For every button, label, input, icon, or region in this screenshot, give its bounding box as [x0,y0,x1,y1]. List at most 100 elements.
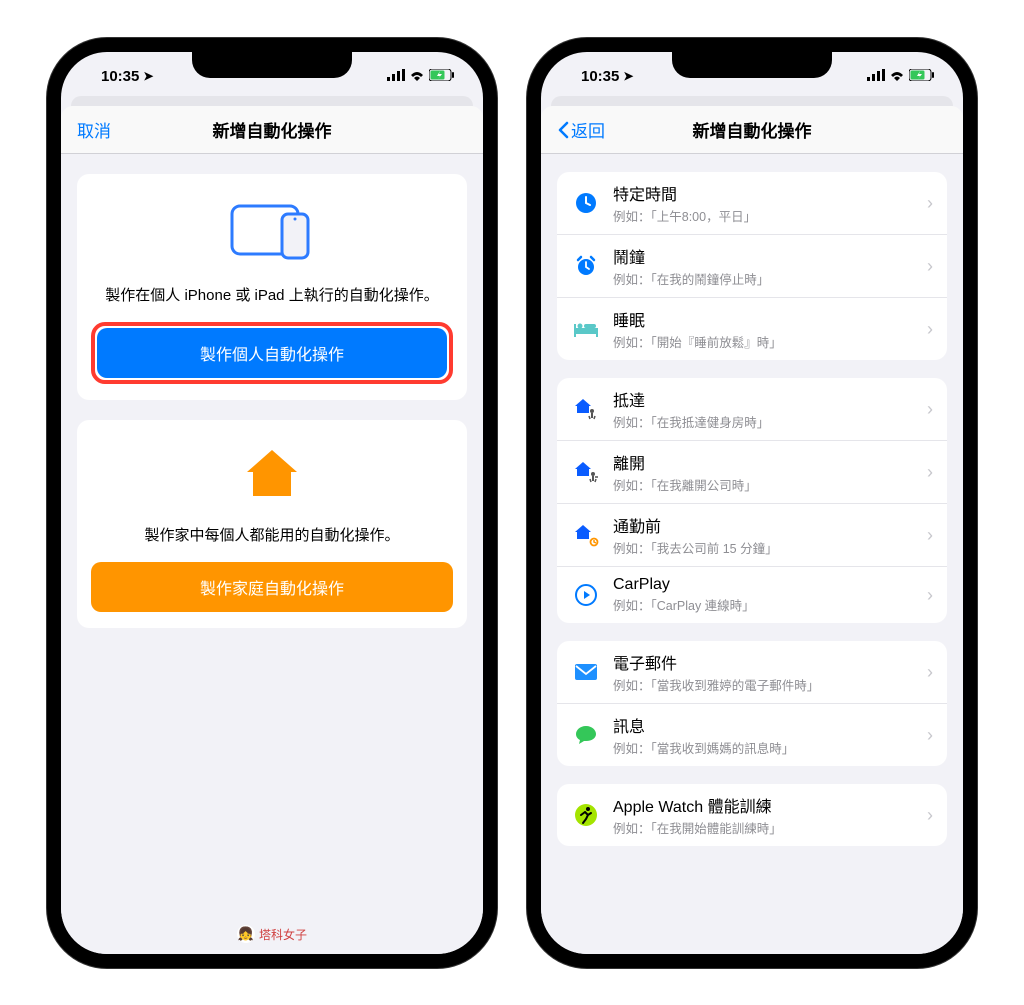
list-item-title: 通勤前 [613,513,927,537]
list-item-texts: 睡眠例如：「開始『睡前放鬆』時」 [613,307,927,351]
home-icon [91,446,453,507]
list-item-bed[interactable]: 睡眠例如：「開始『睡前放鬆』時」› [557,298,947,360]
list-item-alarm[interactable]: 鬧鐘例如：「在我的鬧鐘停止時」› [557,235,947,298]
chevron-right-icon: › [927,399,933,420]
watermark-text: 塔科女子 [259,926,307,943]
chevron-right-icon: › [927,585,933,606]
list-item-title: 離開 [613,450,927,474]
list-item-subtitle: 例如：「在我開始體能訓練時」 [613,818,927,837]
list-item-texts: 離開例如：「在我離開公司時」 [613,450,927,494]
list-item-subtitle: 例如：「在我抵達健身房時」 [613,412,927,431]
navbar-left: 取消 新增自動化操作 [61,106,483,154]
home-arrive-icon [571,394,601,424]
status-bar: 10:35 ➤ [61,52,483,94]
list-item-texts: CarPlay例如：「CarPlay 連線時」 [613,576,927,614]
chevron-right-icon: › [927,662,933,683]
list-group: 電子郵件例如：「當我收到雅婷的電子郵件時」›訊息例如：「當我收到媽媽的訊息時」› [557,641,947,766]
card-handle [71,96,473,106]
list-group: 特定時間例如：「上午8:00，平日」›鬧鐘例如：「在我的鬧鐘停止時」›睡眠例如：… [557,172,947,360]
battery-icon [429,68,455,85]
personal-desc: 製作在個人 iPhone 或 iPad 上執行的自動化操作。 [91,285,453,322]
list-item-carplay[interactable]: CarPlay例如：「CarPlay 連線時」› [557,567,947,623]
devices-icon [91,200,453,267]
highlight-box: 製作個人自動化操作 [91,322,453,384]
chevron-right-icon: › [927,256,933,277]
list-item-texts: Apple Watch 體能訓練例如：「在我開始體能訓練時」 [613,793,927,837]
page-title: 新增自動化操作 [213,117,332,142]
message-icon [571,720,601,750]
back-label: 返回 [571,117,605,142]
list-item-home-arrive[interactable]: 抵達例如：「在我抵達健身房時」› [557,378,947,441]
home-desc: 製作家中每個人都能用的自動化操作。 [91,525,453,562]
signal-icon [387,68,405,85]
list-item-title: CarPlay [613,576,927,594]
navbar-right: 返回 新增自動化操作 [541,106,963,154]
status-time: 10:35 [581,68,619,85]
page-title: 新增自動化操作 [693,117,812,142]
create-home-button[interactable]: 製作家庭自動化操作 [91,562,453,612]
list-group: 抵達例如：「在我抵達健身房時」›離開例如：「在我離開公司時」›通勤前例如：「我去… [557,378,947,623]
chevron-right-icon: › [927,725,933,746]
chevron-left-icon [557,121,569,139]
list-item-subtitle: 例如：「CarPlay 連線時」 [613,595,927,614]
chevron-right-icon: › [927,462,933,483]
list-item-clock[interactable]: 特定時間例如：「上午8:00，平日」› [557,172,947,235]
chevron-right-icon: › [927,193,933,214]
personal-automation-card: 製作在個人 iPhone 或 iPad 上執行的自動化操作。 製作個人自動化操作 [77,174,467,400]
location-icon: ➤ [143,69,153,83]
list-group: Apple Watch 體能訓練例如：「在我開始體能訓練時」› [557,784,947,846]
list-item-texts: 電子郵件例如：「當我收到雅婷的電子郵件時」 [613,650,927,694]
list-item-subtitle: 例如：「當我收到雅婷的電子郵件時」 [613,675,927,694]
list-item-texts: 訊息例如：「當我收到媽媽的訊息時」 [613,713,927,757]
watermark: 👧 塔科女子 [237,925,307,943]
screen-left: 10:35 ➤ 取消 新增自動化操作 製作在個人 iPhone 或 iPad 上… [61,52,483,954]
card-handle [551,96,953,106]
content-left: 製作在個人 iPhone 或 iPad 上執行的自動化操作。 製作個人自動化操作… [61,154,483,954]
list-item-subtitle: 例如：「當我收到媽媽的訊息時」 [613,738,927,757]
list-item-title: 電子郵件 [613,650,927,674]
phone-right: 10:35 ➤ 返回 新增自動化操作 特定時間例如：「上午8:00，平日」›鬧鐘… [527,38,977,968]
battery-icon [909,68,935,85]
phone-left: 10:35 ➤ 取消 新增自動化操作 製作在個人 iPhone 或 iPad 上… [47,38,497,968]
cancel-button[interactable]: 取消 [77,117,111,142]
home-leave-icon [571,457,601,487]
carplay-icon [571,580,601,610]
commute-icon [571,520,601,550]
chevron-right-icon: › [927,525,933,546]
chevron-right-icon: › [927,319,933,340]
bed-icon [571,314,601,344]
list-item-texts: 特定時間例如：「上午8:00，平日」 [613,181,927,225]
list-item-title: 訊息 [613,713,927,737]
content-right: 特定時間例如：「上午8:00，平日」›鬧鐘例如：「在我的鬧鐘停止時」›睡眠例如：… [541,154,963,954]
create-personal-button[interactable]: 製作個人自動化操作 [97,328,447,378]
wifi-icon [409,68,425,85]
list-item-title: 特定時間 [613,181,927,205]
clock-icon [571,188,601,218]
status-time: 10:35 [101,68,139,85]
list-item-subtitle: 例如：「在我的鬧鐘停止時」 [613,269,927,288]
list-item-message[interactable]: 訊息例如：「當我收到媽媽的訊息時」› [557,704,947,766]
list-item-title: Apple Watch 體能訓練 [613,793,927,817]
list-item-mail[interactable]: 電子郵件例如：「當我收到雅婷的電子郵件時」› [557,641,947,704]
list-item-title: 睡眠 [613,307,927,331]
list-item-subtitle: 例如：「在我離開公司時」 [613,475,927,494]
list-item-home-leave[interactable]: 離開例如：「在我離開公司時」› [557,441,947,504]
home-automation-card: 製作家中每個人都能用的自動化操作。 製作家庭自動化操作 [77,420,467,628]
watermark-icon: 👧 [237,925,255,943]
mail-icon [571,657,601,687]
signal-icon [867,68,885,85]
list-item-workout[interactable]: Apple Watch 體能訓練例如：「在我開始體能訓練時」› [557,784,947,846]
list-item-subtitle: 例如：「我去公司前 15 分鐘」 [613,538,927,557]
chevron-right-icon: › [927,805,933,826]
list-item-title: 抵達 [613,387,927,411]
workout-icon [571,800,601,830]
list-item-texts: 抵達例如：「在我抵達健身房時」 [613,387,927,431]
alarm-icon [571,251,601,281]
back-button[interactable]: 返回 [557,117,605,142]
list-item-subtitle: 例如：「開始『睡前放鬆』時」 [613,332,927,351]
screen-right: 10:35 ➤ 返回 新增自動化操作 特定時間例如：「上午8:00，平日」›鬧鐘… [541,52,963,954]
wifi-icon [889,68,905,85]
list-item-texts: 通勤前例如：「我去公司前 15 分鐘」 [613,513,927,557]
list-item-subtitle: 例如：「上午8:00，平日」 [613,206,927,225]
list-item-commute[interactable]: 通勤前例如：「我去公司前 15 分鐘」› [557,504,947,567]
